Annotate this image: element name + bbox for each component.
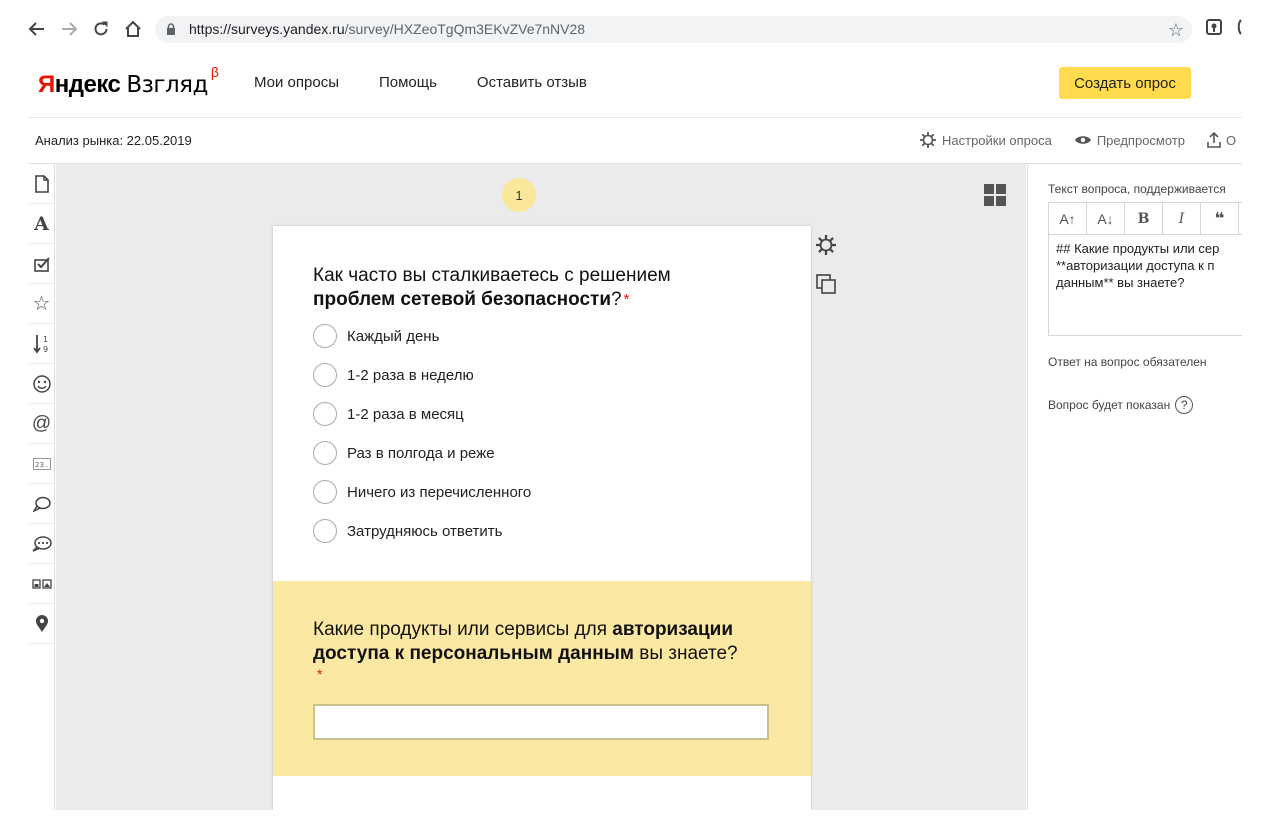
answer-text-input[interactable]	[313, 704, 769, 740]
survey-title[interactable]: Анализ рынка: 22.05.2019	[35, 133, 192, 148]
option-label: Каждый день	[347, 327, 440, 345]
question-2-selected[interactable]: Какие продукты или сервисы для авторизац…	[273, 581, 811, 776]
eye-icon	[1074, 136, 1091, 144]
number-field-icon[interactable]: 23..	[28, 444, 55, 484]
radio-button[interactable]	[313, 441, 337, 465]
settings-label: Настройки опроса	[942, 132, 1052, 148]
comment-icon[interactable]	[28, 484, 55, 524]
copy-question-icon[interactable]	[815, 273, 837, 300]
option-hard-to-answer[interactable]: Затрудняюсь ответить	[313, 519, 502, 543]
nav-feedback[interactable]: Оставить отзыв	[477, 74, 587, 91]
question-type-toolbar: A ☆ 19 @ 23..	[28, 164, 55, 810]
browser-toolbar: https://surveys.yandex.ru/survey/HXZeoTg…	[0, 0, 1277, 58]
question-2-title: Какие продукты или сервисы для авторизац…	[313, 619, 738, 664]
checkbox-question-icon[interactable]	[28, 244, 55, 284]
upload-icon	[1207, 132, 1221, 148]
radio-button[interactable]	[313, 480, 337, 504]
font-increase-button[interactable]: A↑	[1049, 203, 1087, 235]
text-question-icon[interactable]: A	[28, 204, 55, 244]
option-label: 1-2 раза в месяц	[347, 405, 464, 423]
svg-text:9: 9	[43, 345, 48, 354]
italic-button[interactable]: I	[1163, 203, 1201, 235]
gear-icon	[920, 132, 936, 148]
location-pin-icon[interactable]	[28, 604, 55, 644]
home-icon[interactable]	[122, 18, 144, 40]
preview-label: Предпросмотр	[1096, 132, 1185, 148]
yandex-vzglyad-logo[interactable]: Яндекс Взгляд β	[38, 64, 219, 99]
required-answer-label[interactable]: Ответ на вопрос обязателен	[1048, 355, 1207, 369]
extension-icon-2[interactable]	[1236, 19, 1242, 40]
smiley-icon[interactable]	[28, 364, 55, 404]
quote-button[interactable]: ❝	[1201, 203, 1239, 235]
editor-toolbar: A↑ A↓ B I ❝	[1049, 203, 1242, 235]
option-label: Ничего из перечисленного	[347, 483, 532, 501]
ranking-icon[interactable]: 19	[28, 324, 55, 364]
svg-text:23..: 23..	[35, 461, 48, 469]
option-daily[interactable]: Каждый день	[313, 324, 439, 348]
radio-button[interactable]	[313, 363, 337, 387]
question-settings-gear-icon[interactable]	[815, 234, 837, 261]
extension-icon[interactable]	[1206, 19, 1222, 40]
radio-button[interactable]	[313, 324, 337, 348]
option-monthly[interactable]: 1-2 раза в месяц	[313, 402, 464, 426]
option-none[interactable]: Ничего из перечисленного	[313, 480, 531, 504]
card-side-actions	[815, 234, 837, 300]
preview-button[interactable]: Предпросмотр	[1074, 131, 1185, 149]
image-question-icon[interactable]	[28, 564, 55, 604]
nav-my-surveys[interactable]: Мои опросы	[254, 74, 339, 91]
option-label: 1-2 раза в неделю	[347, 366, 474, 384]
bookmark-star-icon[interactable]: ☆	[1168, 20, 1184, 41]
survey-subheader: Анализ рынка: 22.05.2019 Настройки опрос…	[28, 118, 1242, 164]
publish-button[interactable]: О	[1207, 131, 1236, 149]
survey-actions: Настройки опроса Предпросмотр О	[919, 131, 1236, 149]
option-label: Раз в полгода и реже	[347, 444, 495, 462]
editor-textarea[interactable]: ## Какие продукты или сер **авторизации …	[1049, 235, 1242, 296]
bold-button[interactable]: B	[1125, 203, 1163, 235]
app-header: Яндекс Взгляд β Мои опросы Помощь Оставить…	[28, 58, 1242, 118]
required-mark: *	[623, 291, 630, 308]
star-rating-icon[interactable]: ☆	[28, 284, 55, 324]
question-1-title: Как часто вы сталкиваетесь с решением пр…	[313, 265, 671, 310]
survey-page-card: Как часто вы сталкиваетесь с решением пр…	[273, 226, 811, 810]
forward-icon[interactable]	[58, 18, 80, 40]
font-decrease-button[interactable]: A↓	[1087, 203, 1125, 235]
question-text-label: Текст вопроса, поддерживается	[1048, 182, 1226, 196]
survey-settings-button[interactable]: Настройки опроса	[919, 131, 1052, 149]
lock-icon	[167, 23, 175, 35]
address-bar[interactable]: https://surveys.yandex.ru/survey/HXZeoTg…	[155, 16, 1192, 43]
url-text: https://surveys.yandex.ru/survey/HXZeoTg…	[189, 21, 586, 37]
email-icon[interactable]: @	[28, 404, 55, 444]
page-number-badge[interactable]: 1	[502, 178, 536, 212]
option-label: Затрудняюсь ответить	[347, 522, 503, 540]
top-nav: Мои опросы Помощь Оставить отзыв	[254, 74, 587, 91]
question-text-editor[interactable]: A↑ A↓ B I ❝ ## Какие продукты или сер **…	[1048, 202, 1242, 336]
svg-text:1: 1	[43, 335, 48, 344]
page-icon[interactable]	[28, 164, 55, 204]
publish-label: О	[1226, 132, 1237, 148]
back-icon[interactable]	[26, 18, 48, 40]
question-settings-panel: Текст вопроса, поддерживается A↑ A↓ B I …	[1027, 164, 1242, 810]
nav-help[interactable]: Помощь	[379, 74, 437, 91]
survey-canvas: 1 Как часто вы сталкиваетесь с решением …	[56, 164, 1026, 810]
option-halfyear[interactable]: Раз в полгода и реже	[313, 441, 495, 465]
reload-icon[interactable]	[90, 18, 112, 40]
option-weekly[interactable]: 1-2 раза в неделю	[313, 363, 474, 387]
create-survey-button[interactable]: Создать опрос	[1059, 67, 1191, 99]
question-visibility-setting[interactable]: Вопрос будет показан ?	[1048, 396, 1194, 414]
radio-button[interactable]	[313, 402, 337, 426]
help-icon[interactable]: ?	[1175, 396, 1194, 414]
radio-button[interactable]	[313, 519, 337, 543]
grid-view-icon[interactable]	[984, 184, 1006, 211]
chat-icon[interactable]	[28, 524, 55, 564]
visibility-label: Вопрос будет показан	[1048, 398, 1171, 412]
question-1[interactable]: Как часто вы сталкиваетесь с решением пр…	[273, 226, 811, 581]
required-mark: *	[317, 666, 323, 682]
